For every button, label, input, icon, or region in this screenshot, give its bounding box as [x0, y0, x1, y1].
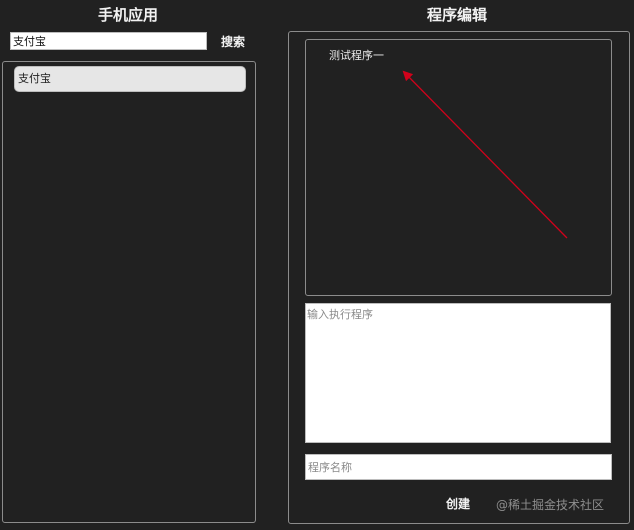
watermark: @稀土掘金技术社区: [496, 498, 605, 512]
program-name-input[interactable]: [305, 454, 612, 480]
create-button[interactable]: 创建: [438, 495, 478, 513]
annotation-arrow: [402, 70, 568, 239]
program-code-input[interactable]: [305, 303, 611, 443]
app-root: 手机应用 搜索 支付宝 程序编辑 测试程序一 创建 @稀土掘金技术社区: [0, 0, 634, 530]
